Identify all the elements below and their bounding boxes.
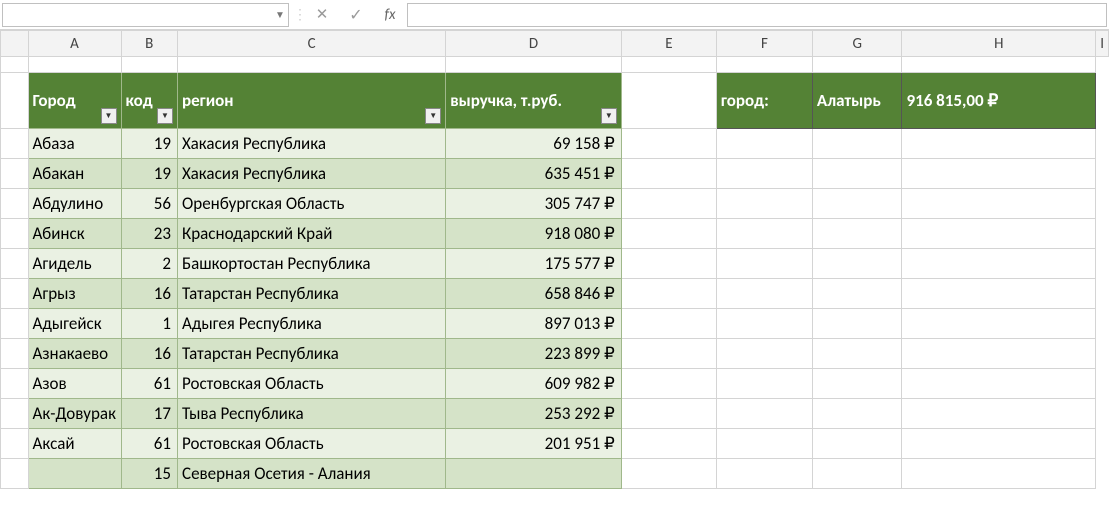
cell-region[interactable]: Северная Осетия - Алания: [178, 459, 446, 489]
cell-revenue[interactable]: 253 292 ₽: [446, 399, 622, 429]
col-header-F[interactable]: F: [716, 31, 812, 57]
cell-code[interactable]: 16: [121, 339, 177, 369]
separator: ⋮: [293, 6, 301, 23]
cancel-button[interactable]: ✕: [305, 3, 339, 27]
cell-code[interactable]: 56: [121, 189, 177, 219]
row-1[interactable]: [1, 57, 1109, 73]
cell-revenue[interactable]: 897 013 ₽: [446, 309, 622, 339]
cell-city[interactable]: Азнакаево: [28, 339, 121, 369]
table-row[interactable]: Агрыз16Татарстан Республика658 846 ₽: [1, 279, 1109, 309]
cell-revenue[interactable]: 918 080 ₽: [446, 219, 622, 249]
table-row[interactable]: Азов61Ростовская Область609 982 ₽: [1, 369, 1109, 399]
table-row[interactable]: Азнакаево16Татарстан Республика223 899 ₽: [1, 339, 1109, 369]
cell-region[interactable]: Тыва Республика: [178, 399, 446, 429]
cell-city[interactable]: Ак-Довурак: [28, 399, 121, 429]
col-header-A[interactable]: A: [28, 31, 121, 57]
cell-region[interactable]: Ростовская Область: [178, 429, 446, 459]
cell-code[interactable]: 61: [121, 369, 177, 399]
cell-city[interactable]: Аксай: [28, 429, 121, 459]
cell-code[interactable]: 23: [121, 219, 177, 249]
cell-revenue[interactable]: 658 846 ₽: [446, 279, 622, 309]
filter-dropdown-icon[interactable]: ▼: [425, 108, 441, 124]
spreadsheet-grid[interactable]: A B C D E F G H I Город ▼ код ▼ регио: [0, 30, 1109, 489]
name-box-dropdown-icon[interactable]: ▼: [272, 4, 288, 26]
col-header-D[interactable]: D: [446, 31, 622, 57]
table-row[interactable]: Абакан19Хакасия Республика635 451 ₽: [1, 159, 1109, 189]
cell-city[interactable]: Агидель: [28, 249, 121, 279]
cell-city[interactable]: Абаза: [28, 129, 121, 159]
table-row[interactable]: Абаза19Хакасия Республика69 158 ₽: [1, 129, 1109, 159]
cell-region[interactable]: Краснодарский Край: [178, 219, 446, 249]
cell-revenue[interactable]: 69 158 ₽: [446, 129, 622, 159]
cell-city[interactable]: Абдулино: [28, 189, 121, 219]
lookup-label-cell[interactable]: город:: [716, 73, 812, 129]
cell-region[interactable]: Ростовская Область: [178, 369, 446, 399]
table-row[interactable]: Ак-Довурак17Тыва Республика253 292 ₽: [1, 399, 1109, 429]
name-box[interactable]: ▼: [2, 3, 289, 27]
filter-dropdown-icon[interactable]: ▼: [157, 108, 173, 124]
col-header-B[interactable]: B: [121, 31, 177, 57]
cell-region[interactable]: Адыгея Республика: [178, 309, 446, 339]
col-header-I[interactable]: I: [1096, 31, 1109, 57]
cell-revenue[interactable]: 635 451 ₽: [446, 159, 622, 189]
lookup-city-cell[interactable]: Алатырь: [812, 73, 902, 129]
cell-code[interactable]: 19: [121, 159, 177, 189]
enter-button[interactable]: ✓: [339, 3, 373, 27]
cell-city[interactable]: Агрыз: [28, 279, 121, 309]
cell-region[interactable]: Татарстан Республика: [178, 339, 446, 369]
cell-region[interactable]: Татарстан Республика: [178, 279, 446, 309]
table-row[interactable]: Абдулино56Оренбургская Область305 747 ₽: [1, 189, 1109, 219]
table-header-row: Город ▼ код ▼ регион ▼ выручка, т.руб. ▼…: [1, 73, 1109, 129]
cell-code[interactable]: 17: [121, 399, 177, 429]
cell-city[interactable]: Азов: [28, 369, 121, 399]
cell-code[interactable]: 19: [121, 129, 177, 159]
cell-region[interactable]: Башкортостан Республика: [178, 249, 446, 279]
formula-bar: ▼ ⋮ ✕ ✓ fx: [0, 0, 1109, 30]
cell-revenue[interactable]: 175 577 ₽: [446, 249, 622, 279]
filter-dropdown-icon[interactable]: ▼: [601, 108, 617, 124]
cell-region[interactable]: Оренбургская Область: [178, 189, 446, 219]
fx-label: fx: [384, 6, 395, 24]
col-header-E[interactable]: E: [621, 31, 716, 57]
cell-revenue[interactable]: 201 951 ₽: [446, 429, 622, 459]
select-all-corner[interactable]: [1, 31, 29, 57]
insert-function-button[interactable]: fx: [373, 3, 407, 27]
cell-code[interactable]: 15: [121, 459, 177, 489]
cell-revenue[interactable]: 305 747 ₽: [446, 189, 622, 219]
table-row[interactable]: 15Северная Осетия - Алания: [1, 459, 1109, 489]
table-row[interactable]: Агидель2Башкортостан Республика175 577 ₽: [1, 249, 1109, 279]
cell-city[interactable]: [28, 459, 121, 489]
table-header-city[interactable]: Город ▼: [28, 73, 121, 129]
table-header-revenue[interactable]: выручка, т.руб. ▼: [446, 73, 622, 129]
col-header-C[interactable]: C: [178, 31, 446, 57]
table-row[interactable]: Абинск23Краснодарский Край918 080 ₽: [1, 219, 1109, 249]
cell-region[interactable]: Хакасия Республика: [178, 129, 446, 159]
table-row[interactable]: Аксай61Ростовская Область201 951 ₽: [1, 429, 1109, 459]
cell-revenue[interactable]: [446, 459, 622, 489]
col-header-H[interactable]: H: [902, 31, 1096, 57]
cell-revenue[interactable]: 609 982 ₽: [446, 369, 622, 399]
cell-region[interactable]: Хакасия Республика: [178, 159, 446, 189]
cell-city[interactable]: Абинск: [28, 219, 121, 249]
formula-input[interactable]: [407, 3, 1107, 27]
lookup-result-cell[interactable]: 916 815,00 ₽: [902, 73, 1096, 129]
table-header-code[interactable]: код ▼: [121, 73, 177, 129]
cell-code[interactable]: 61: [121, 429, 177, 459]
column-header-row: A B C D E F G H I: [1, 31, 1109, 57]
cell-code[interactable]: 2: [121, 249, 177, 279]
cell-city[interactable]: Адыгейск: [28, 309, 121, 339]
col-header-G[interactable]: G: [812, 31, 902, 57]
table-row[interactable]: Адыгейск1Адыгея Республика897 013 ₽: [1, 309, 1109, 339]
cell-code[interactable]: 16: [121, 279, 177, 309]
cell-city[interactable]: Абакан: [28, 159, 121, 189]
cell-revenue[interactable]: 223 899 ₽: [446, 339, 622, 369]
table-header-region[interactable]: регион ▼: [178, 73, 446, 129]
filter-dropdown-icon[interactable]: ▼: [101, 108, 117, 124]
cell-code[interactable]: 1: [121, 309, 177, 339]
